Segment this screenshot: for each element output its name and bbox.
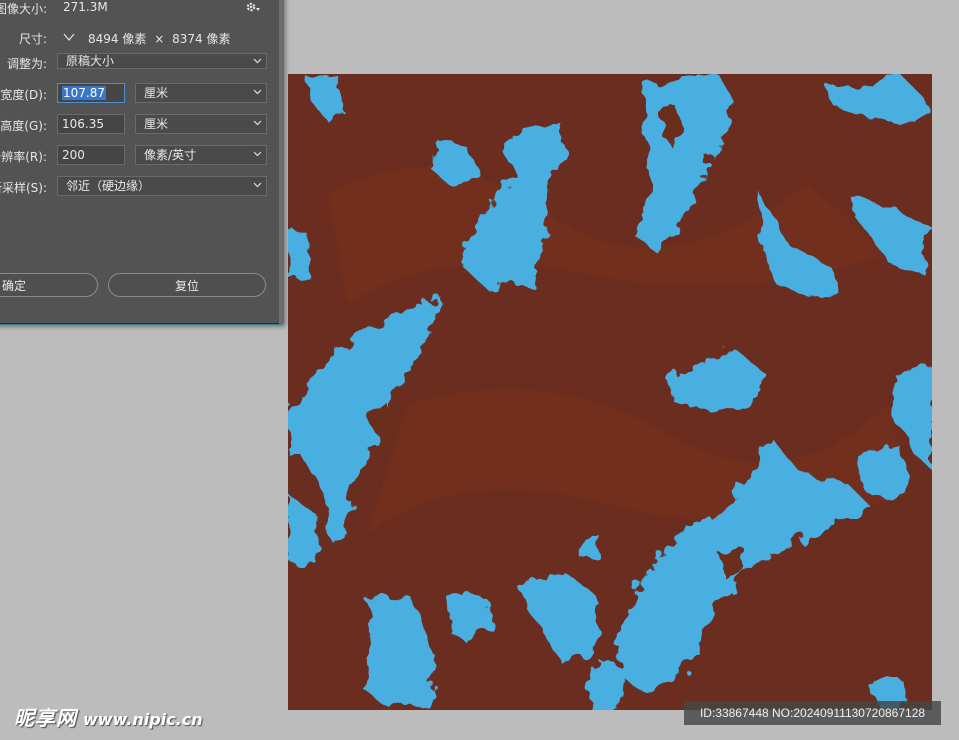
dimensions-height: 8374 <box>172 32 203 46</box>
image-id-bar: ID:33867448 NO:20240911130720867128 <box>684 701 941 725</box>
chevron-down-icon <box>253 89 262 95</box>
resample-label: 重新采样(S): <box>0 181 47 195</box>
watermark-logo: 昵享网 <box>14 706 77 730</box>
resolution-label: 分辨率(R): <box>0 150 47 164</box>
ok-button-label: 确定 <box>1 278 26 293</box>
dimensions-unit-b: 像素 <box>206 32 231 46</box>
dimensions-unit-a: 像素 <box>122 32 147 46</box>
dimensions-dropdown-icon[interactable] <box>63 31 75 43</box>
dialog-edge <box>279 0 283 324</box>
resolution-value: 200 <box>62 148 85 162</box>
chevron-down-icon <box>253 151 262 157</box>
resolution-input[interactable]: 200 <box>57 145 125 165</box>
dimensions-readout: 8494 像素 × 8374 像素 <box>88 30 231 47</box>
resolution-unit-select[interactable]: 像素/英寸 <box>135 145 267 165</box>
image-size-dialog: 图像大小: 271.3M 尺寸: 8494 像素 × 8374 像素 调整为: … <box>0 0 284 325</box>
chevron-down-icon <box>253 120 262 126</box>
height-input[interactable]: 106.35 <box>57 114 125 134</box>
document-canvas[interactable] <box>288 74 932 710</box>
reset-button-label: 复位 <box>174 278 199 293</box>
resample-value: 邻近（硬边缘） <box>66 179 151 193</box>
height-unit-value: 厘米 <box>144 117 169 131</box>
height-value: 106.35 <box>62 117 104 131</box>
image-size-value: 271.3M <box>63 0 108 14</box>
width-unit-select[interactable]: 厘米 <box>135 83 267 103</box>
ok-button[interactable]: 确定 <box>0 273 98 297</box>
brush-texture-image <box>288 74 932 710</box>
height-label: 高度(G): <box>0 119 47 133</box>
watermark-url: www.nipic.cn <box>83 710 203 729</box>
width-value: 107.87 <box>62 86 106 100</box>
resample-select[interactable]: 邻近（硬边缘） <box>57 176 267 196</box>
width-label: 宽度(D): <box>0 88 47 102</box>
site-watermark: 昵享网 www.nipic.cn <box>14 702 203 731</box>
dimensions-times: × <box>154 32 165 46</box>
image-size-label: 图像大小: <box>0 2 47 16</box>
fit-to-value: 原稿大小 <box>66 54 115 68</box>
fit-to-label: 调整为: <box>6 57 47 71</box>
chevron-down-icon <box>253 58 262 64</box>
dimensions-width: 8494 <box>88 32 119 46</box>
settings-gear-icon[interactable] <box>245 0 261 14</box>
chevron-down-icon <box>253 182 262 188</box>
dimensions-label: 尺寸: <box>18 32 47 46</box>
resolution-unit-value: 像素/英寸 <box>144 148 197 162</box>
fit-to-select[interactable]: 原稿大小 <box>57 53 267 69</box>
width-input[interactable]: 107.87 <box>57 83 125 103</box>
reset-button[interactable]: 复位 <box>108 273 266 297</box>
height-unit-select[interactable]: 厘米 <box>135 114 267 134</box>
width-unit-value: 厘米 <box>144 86 169 100</box>
